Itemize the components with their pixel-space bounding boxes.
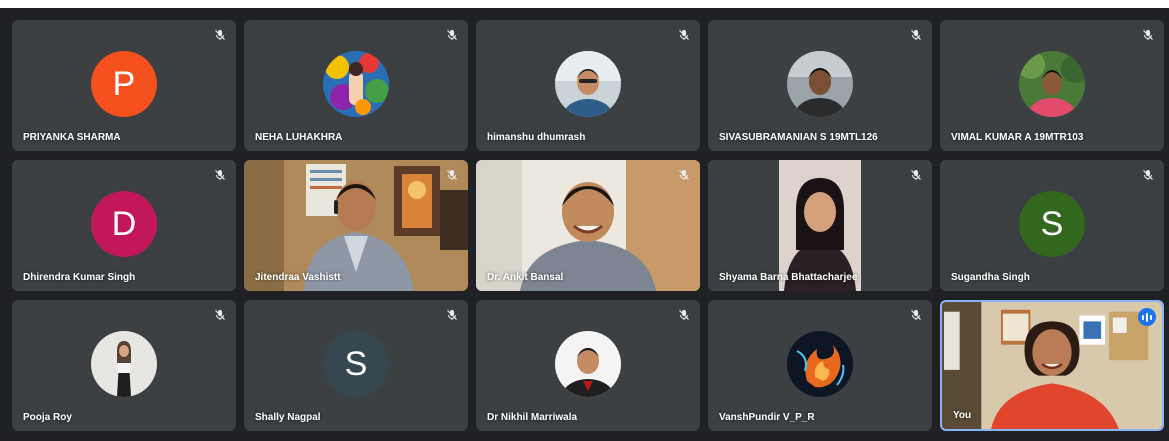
avatar: P xyxy=(91,51,157,117)
participant-tile-vansh[interactable]: VanshPundir V_P_R xyxy=(708,300,932,431)
participant-tile-pooja[interactable]: Pooja Roy xyxy=(12,300,236,431)
mic-off-icon xyxy=(679,30,689,40)
mic-off-icon xyxy=(911,170,921,180)
person-photo-icon xyxy=(1019,51,1085,117)
participant-name: himanshu dhumrash xyxy=(487,132,586,143)
avatar: S xyxy=(323,331,389,397)
participant-tile-shally[interactable]: S Shally Nagpal xyxy=(244,300,468,431)
participant-tile-ankit[interactable]: Dr. Ankit Bansal xyxy=(476,160,700,291)
participant-tile-sivasubramanian[interactable]: SIVASUBRAMANIAN S 19MTL126 xyxy=(708,20,932,151)
participant-tile-vimal[interactable]: VIMAL KUMAR A 19MTR103 xyxy=(940,20,1164,151)
mic-off-icon xyxy=(679,310,689,320)
participant-tile-priyanka[interactable]: P PRIYANKA SHARMA xyxy=(12,20,236,151)
participant-name: Shally Nagpal xyxy=(255,412,321,423)
participant-name: SIVASUBRAMANIAN S 19MTL126 xyxy=(719,132,878,143)
mic-off-icon xyxy=(447,310,457,320)
participant-name: Dr. Ankit Bansal xyxy=(487,272,564,283)
participant-tile-sugandha[interactable]: S Sugandha Singh xyxy=(940,160,1164,291)
participant-tile-dhirendra[interactable]: D Dhirendra Kumar Singh xyxy=(12,160,236,291)
participant-name: PRIYANKA SHARMA xyxy=(23,132,121,143)
mic-off-icon xyxy=(911,310,921,320)
colorful-photo-icon xyxy=(323,51,389,117)
participant-name: VIMAL KUMAR A 19MTR103 xyxy=(951,132,1084,143)
avatar: S xyxy=(1019,191,1085,257)
participant-tile-jitendraa[interactable]: Jitendraa Vashistt xyxy=(244,160,468,291)
participant-tile-shyama[interactable]: Shyama Barna Bhattacharjee xyxy=(708,160,932,291)
avatar-photo xyxy=(555,331,621,397)
participant-name: Dr Nikhil Marriwala xyxy=(487,412,578,423)
participant-name: Jitendraa Vashistt xyxy=(255,272,341,283)
person-photo-icon xyxy=(555,51,621,117)
video-feed-self xyxy=(942,302,1162,429)
mic-off-icon xyxy=(447,170,457,180)
avatar-photo xyxy=(323,51,389,117)
mic-off-icon xyxy=(215,170,225,180)
mic-off-icon xyxy=(1143,170,1153,180)
mic-off-icon xyxy=(1143,30,1153,40)
participant-tile-nikhil[interactable]: Dr Nikhil Marriwala xyxy=(476,300,700,431)
participant-grid: P PRIYANKA SHARMA NEHA LUHAKHRA himanshu… xyxy=(12,20,1164,431)
participant-name: Pooja Roy xyxy=(23,412,72,423)
participant-name: VanshPundir V_P_R xyxy=(719,412,815,423)
participant-tile-you[interactable]: You xyxy=(940,300,1164,431)
avatar: D xyxy=(91,191,157,257)
participant-name: Shyama Barna Bhattacharjee xyxy=(719,272,858,283)
participant-name: NEHA LUHAKHRA xyxy=(255,132,343,143)
person-photo-icon xyxy=(91,331,157,397)
mic-off-icon xyxy=(911,30,921,40)
person-photo-icon xyxy=(787,51,853,117)
mic-off-icon xyxy=(215,310,225,320)
avatar-photo xyxy=(1019,51,1085,117)
participant-tile-neha[interactable]: NEHA LUHAKHRA xyxy=(244,20,468,151)
mic-off-icon xyxy=(447,30,457,40)
fire-art-icon xyxy=(787,331,853,397)
mic-off-icon xyxy=(215,30,225,40)
avatar-photo xyxy=(555,51,621,117)
participant-name: Sugandha Singh xyxy=(951,272,1030,283)
participant-tile-himanshu[interactable]: himanshu dhumrash xyxy=(476,20,700,151)
avatar-photo xyxy=(787,51,853,117)
speaking-indicator-icon xyxy=(1138,308,1156,326)
person-photo-icon xyxy=(555,331,621,397)
mic-off-icon xyxy=(679,170,689,180)
participant-name: Dhirendra Kumar Singh xyxy=(23,272,136,283)
avatar-photo xyxy=(91,331,157,397)
avatar-photo xyxy=(787,331,853,397)
participant-name: You xyxy=(953,410,972,421)
meeting-stage: P PRIYANKA SHARMA NEHA LUHAKHRA himanshu… xyxy=(0,8,1169,441)
